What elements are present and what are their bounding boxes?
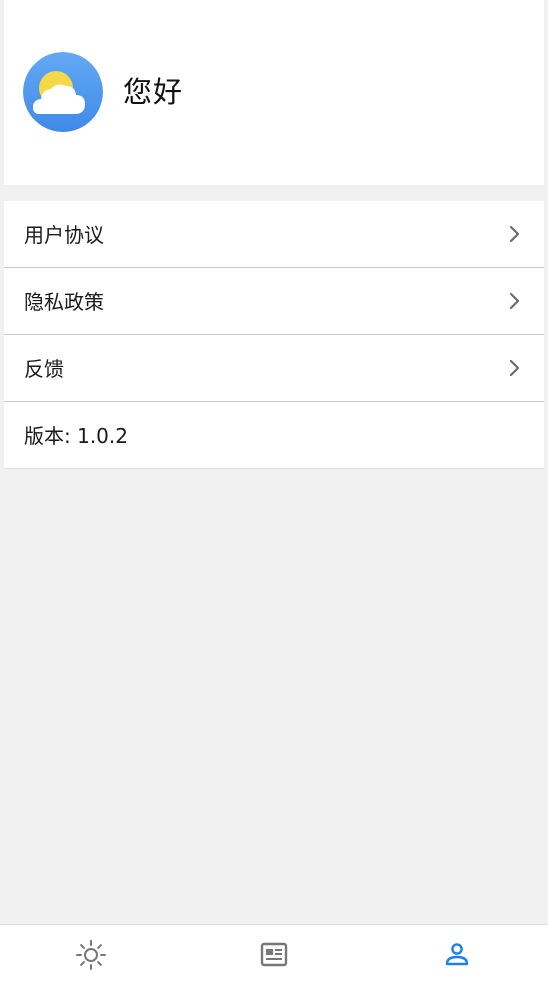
chevron-right-icon — [509, 225, 520, 243]
menu-item-label: 反馈 — [24, 357, 64, 381]
version-label: 版本: 1.0.2 — [24, 424, 128, 448]
news-icon — [260, 942, 288, 966]
partly-cloudy-icon — [23, 52, 103, 132]
version-row: 版本: 1.0.2 — [4, 402, 544, 468]
tab-profile[interactable] — [365, 925, 548, 984]
menu-item-user-agreement[interactable]: 用户协议 — [4, 201, 544, 268]
menu-item-privacy-policy[interactable]: 隐私政策 — [4, 268, 544, 335]
person-icon — [445, 942, 468, 965]
tab-news[interactable] — [183, 925, 366, 984]
settings-menu: 用户协议 隐私政策 反馈 版本: 1.0.2 — [4, 201, 544, 469]
menu-item-label: 隐私政策 — [24, 290, 104, 314]
chevron-right-icon — [509, 359, 520, 377]
chevron-right-icon — [509, 292, 520, 310]
menu-item-label: 用户协议 — [24, 223, 104, 247]
profile-card: 您好 — [4, 0, 544, 185]
tab-weather[interactable] — [0, 925, 183, 984]
avatar[interactable] — [23, 52, 103, 132]
menu-item-feedback[interactable]: 反馈 — [4, 335, 544, 402]
bottom-tab-bar — [0, 924, 548, 984]
sun-icon — [76, 939, 107, 970]
greeting-text: 您好 — [123, 75, 184, 109]
